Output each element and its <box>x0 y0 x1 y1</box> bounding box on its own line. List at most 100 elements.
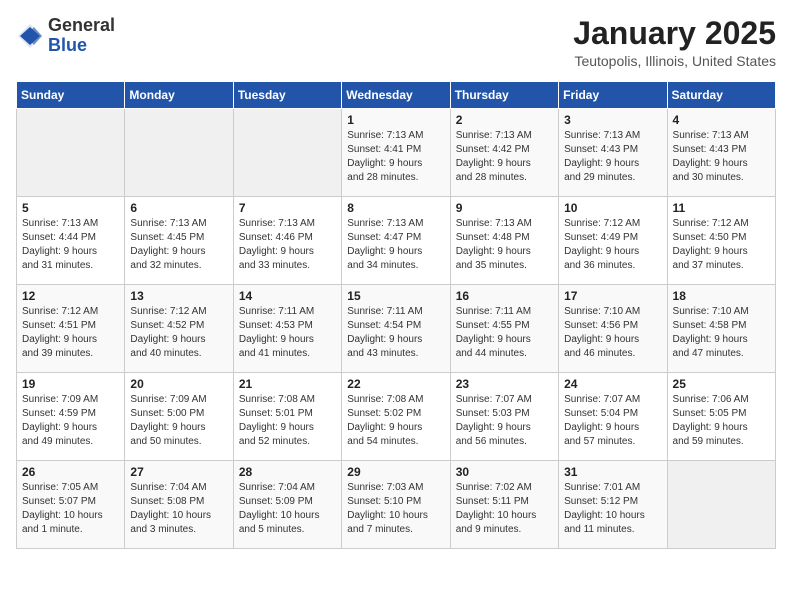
day-detail: Sunrise: 7:13 AM Sunset: 4:44 PM Dayligh… <box>22 217 119 273</box>
weekday-header-thursday: Thursday <box>450 82 558 109</box>
calendar-cell: 5 Sunrise: 7:13 AM Sunset: 4:44 PM Daylig… <box>17 197 125 285</box>
calendar-cell: 10 Sunrise: 7:12 AM Sunset: 4:49 PM Dayli… <box>559 197 667 285</box>
day-detail: Sunrise: 7:04 AM Sunset: 5:08 PM Dayligh… <box>130 481 227 537</box>
calendar-header: SundayMondayTuesdayWednesdayThursdayFrid… <box>17 82 776 109</box>
day-detail: Sunrise: 7:05 AM Sunset: 5:07 PM Dayligh… <box>22 481 119 537</box>
day-number: 11 <box>673 201 770 215</box>
calendar-cell: 28Sunrise: 7:04 AM Sunset: 5:09 PM Dayli… <box>233 461 341 549</box>
day-number: 16 <box>456 289 553 303</box>
day-detail: Sunrise: 7:13 AM Sunset: 4:45 PM Dayligh… <box>130 217 227 273</box>
day-detail: Sunrise: 7:11 AM Sunset: 4:55 PM Dayligh… <box>456 305 553 361</box>
day-number: 6 <box>130 201 227 215</box>
day-number: 13 <box>130 289 227 303</box>
day-detail: Sunrise: 7:09 AM Sunset: 4:59 PM Dayligh… <box>22 393 119 449</box>
calendar-cell: 9 Sunrise: 7:13 AM Sunset: 4:48 PM Daylig… <box>450 197 558 285</box>
calendar-cell: 8 Sunrise: 7:13 AM Sunset: 4:47 PM Daylig… <box>342 197 450 285</box>
calendar-cell: 4 Sunrise: 7:13 AM Sunset: 4:43 PM Daylig… <box>667 109 775 197</box>
calendar-cell: 31 Sunrise: 7:01 AM Sunset: 5:12 PM Dayli… <box>559 461 667 549</box>
day-number: 1 <box>347 113 444 127</box>
day-number: 22 <box>347 377 444 391</box>
day-number: 26 <box>22 465 119 479</box>
page-header: General Blue January 2025 Teutopolis, Il… <box>16 16 776 69</box>
day-detail: Sunrise: 7:07 AM Sunset: 5:03 PM Dayligh… <box>456 393 553 449</box>
day-number: 5 <box>22 201 119 215</box>
calendar-cell: 1 Sunrise: 7:13 AM Sunset: 4:41 PM Daylig… <box>342 109 450 197</box>
day-detail: Sunrise: 7:12 AM Sunset: 4:49 PM Dayligh… <box>564 217 661 273</box>
day-detail: Sunrise: 7:12 AM Sunset: 4:51 PM Dayligh… <box>22 305 119 361</box>
day-number: 30 <box>456 465 553 479</box>
calendar-cell <box>125 109 233 197</box>
day-detail: Sunrise: 7:11 AM Sunset: 4:54 PM Dayligh… <box>347 305 444 361</box>
day-detail: Sunrise: 7:13 AM Sunset: 4:41 PM Dayligh… <box>347 129 444 185</box>
calendar-cell: 3 Sunrise: 7:13 AM Sunset: 4:43 PM Daylig… <box>559 109 667 197</box>
day-number: 4 <box>673 113 770 127</box>
day-number: 2 <box>456 113 553 127</box>
calendar-cell: 18 Sunrise: 7:10 AM Sunset: 4:58 PM Dayli… <box>667 285 775 373</box>
calendar-week-5: 26 Sunrise: 7:05 AM Sunset: 5:07 PM Dayli… <box>17 461 776 549</box>
day-detail: Sunrise: 7:13 AM Sunset: 4:47 PM Dayligh… <box>347 217 444 273</box>
calendar-cell: 20Sunrise: 7:09 AM Sunset: 5:00 PM Dayli… <box>125 373 233 461</box>
day-number: 29 <box>347 465 444 479</box>
calendar-cell: 29Sunrise: 7:03 AM Sunset: 5:10 PM Dayli… <box>342 461 450 549</box>
weekday-header-monday: Monday <box>125 82 233 109</box>
day-number: 24 <box>564 377 661 391</box>
day-number: 7 <box>239 201 336 215</box>
calendar-cell: 13Sunrise: 7:12 AM Sunset: 4:52 PM Dayli… <box>125 285 233 373</box>
calendar-body: 1 Sunrise: 7:13 AM Sunset: 4:41 PM Daylig… <box>17 109 776 549</box>
day-detail: Sunrise: 7:12 AM Sunset: 4:50 PM Dayligh… <box>673 217 770 273</box>
calendar-cell <box>667 461 775 549</box>
logo-text: General Blue <box>48 16 115 56</box>
calendar-week-3: 12Sunrise: 7:12 AM Sunset: 4:51 PM Dayli… <box>17 285 776 373</box>
logo-icon <box>16 22 44 50</box>
day-number: 14 <box>239 289 336 303</box>
calendar-cell: 11 Sunrise: 7:12 AM Sunset: 4:50 PM Dayli… <box>667 197 775 285</box>
calendar-cell: 22 Sunrise: 7:08 AM Sunset: 5:02 PM Dayli… <box>342 373 450 461</box>
calendar-week-1: 1 Sunrise: 7:13 AM Sunset: 4:41 PM Daylig… <box>17 109 776 197</box>
calendar-subtitle: Teutopolis, Illinois, United States <box>573 53 776 69</box>
weekday-header-tuesday: Tuesday <box>233 82 341 109</box>
weekday-header-friday: Friday <box>559 82 667 109</box>
calendar-week-4: 19 Sunrise: 7:09 AM Sunset: 4:59 PM Dayli… <box>17 373 776 461</box>
calendar-cell <box>17 109 125 197</box>
weekday-header-sunday: Sunday <box>17 82 125 109</box>
day-number: 10 <box>564 201 661 215</box>
day-number: 19 <box>22 377 119 391</box>
day-number: 31 <box>564 465 661 479</box>
day-detail: Sunrise: 7:13 AM Sunset: 4:42 PM Dayligh… <box>456 129 553 185</box>
day-number: 23 <box>456 377 553 391</box>
day-detail: Sunrise: 7:09 AM Sunset: 5:00 PM Dayligh… <box>130 393 227 449</box>
calendar-table: SundayMondayTuesdayWednesdayThursdayFrid… <box>16 81 776 549</box>
day-detail: Sunrise: 7:04 AM Sunset: 5:09 PM Dayligh… <box>239 481 336 537</box>
logo: General Blue <box>16 16 115 56</box>
day-detail: Sunrise: 7:13 AM Sunset: 4:48 PM Dayligh… <box>456 217 553 273</box>
day-number: 18 <box>673 289 770 303</box>
day-detail: Sunrise: 7:01 AM Sunset: 5:12 PM Dayligh… <box>564 481 661 537</box>
calendar-cell: 16 Sunrise: 7:11 AM Sunset: 4:55 PM Dayli… <box>450 285 558 373</box>
day-detail: Sunrise: 7:13 AM Sunset: 4:43 PM Dayligh… <box>564 129 661 185</box>
day-number: 17 <box>564 289 661 303</box>
day-number: 15 <box>347 289 444 303</box>
calendar-cell: 17 Sunrise: 7:10 AM Sunset: 4:56 PM Dayli… <box>559 285 667 373</box>
calendar-cell: 30 Sunrise: 7:02 AM Sunset: 5:11 PM Dayli… <box>450 461 558 549</box>
day-detail: Sunrise: 7:02 AM Sunset: 5:11 PM Dayligh… <box>456 481 553 537</box>
day-number: 3 <box>564 113 661 127</box>
day-detail: Sunrise: 7:08 AM Sunset: 5:02 PM Dayligh… <box>347 393 444 449</box>
calendar-week-2: 5 Sunrise: 7:13 AM Sunset: 4:44 PM Daylig… <box>17 197 776 285</box>
day-number: 8 <box>347 201 444 215</box>
calendar-cell: 19 Sunrise: 7:09 AM Sunset: 4:59 PM Dayli… <box>17 373 125 461</box>
calendar-cell: 15 Sunrise: 7:11 AM Sunset: 4:54 PM Dayli… <box>342 285 450 373</box>
day-detail: Sunrise: 7:10 AM Sunset: 4:58 PM Dayligh… <box>673 305 770 361</box>
day-detail: Sunrise: 7:06 AM Sunset: 5:05 PM Dayligh… <box>673 393 770 449</box>
day-detail: Sunrise: 7:11 AM Sunset: 4:53 PM Dayligh… <box>239 305 336 361</box>
weekday-row: SundayMondayTuesdayWednesdayThursdayFrid… <box>17 82 776 109</box>
calendar-cell: 12Sunrise: 7:12 AM Sunset: 4:51 PM Dayli… <box>17 285 125 373</box>
calendar-cell <box>233 109 341 197</box>
day-detail: Sunrise: 7:13 AM Sunset: 4:43 PM Dayligh… <box>673 129 770 185</box>
day-detail: Sunrise: 7:10 AM Sunset: 4:56 PM Dayligh… <box>564 305 661 361</box>
calendar-cell: 25Sunrise: 7:06 AM Sunset: 5:05 PM Dayli… <box>667 373 775 461</box>
calendar-cell: 6 Sunrise: 7:13 AM Sunset: 4:45 PM Daylig… <box>125 197 233 285</box>
calendar-cell: 2 Sunrise: 7:13 AM Sunset: 4:42 PM Daylig… <box>450 109 558 197</box>
calendar-cell: 27Sunrise: 7:04 AM Sunset: 5:08 PM Dayli… <box>125 461 233 549</box>
calendar-title: January 2025 <box>573 16 776 51</box>
day-number: 9 <box>456 201 553 215</box>
